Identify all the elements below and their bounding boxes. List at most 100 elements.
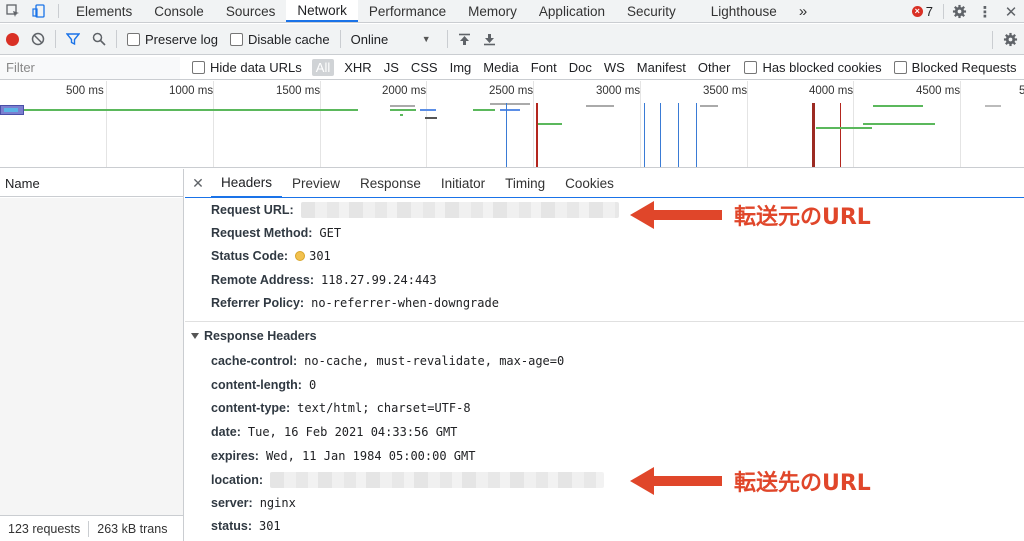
tab-cookies[interactable]: Cookies (555, 169, 624, 197)
filter-toggle-button[interactable] (60, 24, 86, 54)
annotation-dest-url: 転送先のURL (630, 465, 871, 497)
header-row-status-code: Status Code: 301 (211, 249, 331, 263)
name-column-header[interactable]: Name (0, 169, 183, 197)
gear-icon[interactable] (946, 4, 972, 19)
hide-data-urls-label: Hide data URLs (210, 60, 302, 75)
waterfall-bar (400, 114, 403, 116)
tab-console[interactable]: Console (143, 0, 215, 22)
hide-data-urls-checkbox[interactable] (192, 61, 205, 74)
marker-line (696, 103, 697, 167)
header-row-content-type: content-type: text/html; charset=UTF-8 (211, 401, 471, 415)
tab-security[interactable]: Security (616, 0, 700, 22)
filter-type-ws[interactable]: WS (598, 60, 631, 75)
tab-network[interactable]: Network (286, 0, 358, 22)
kebab-menu-icon[interactable]: ⋮ (972, 3, 998, 21)
header-value: text/html; charset=UTF-8 (297, 401, 471, 415)
header-key: Remote Address: (211, 273, 315, 287)
disable-cache-checkbox[interactable]: Disable cache (224, 24, 336, 54)
close-details-icon[interactable]: ✕ (185, 169, 211, 197)
header-row-location: location: (211, 472, 605, 488)
filter-input[interactable]: Filter (0, 56, 180, 79)
tab-application[interactable]: Application (528, 0, 616, 22)
import-har-button[interactable] (452, 24, 477, 54)
tab-response[interactable]: Response (350, 169, 431, 197)
response-headers-toggle[interactable]: Response Headers (191, 329, 317, 343)
filter-type-other[interactable]: Other (692, 60, 737, 75)
request-count: 123 requests (8, 521, 81, 536)
search-icon (92, 32, 106, 46)
filter-type-js[interactable]: JS (378, 60, 405, 75)
header-value: 0 (308, 378, 317, 392)
close-icon[interactable]: ✕ (998, 3, 1024, 21)
section-divider (185, 321, 1024, 322)
funnel-icon (66, 33, 80, 46)
has-blocked-cookies-checkbox[interactable] (744, 61, 758, 74)
annotation-label: 転送先のURL (734, 471, 871, 496)
filter-type-css[interactable]: CSS (405, 60, 444, 75)
network-settings-gear-icon[interactable] (997, 24, 1024, 55)
header-key: Status Code: (211, 249, 289, 263)
tick-label: 500 ms (66, 85, 104, 97)
filter-type-media[interactable]: Media (477, 60, 524, 75)
header-key: cache-control: (211, 354, 298, 368)
tab-performance[interactable]: Performance (358, 0, 457, 22)
tab-initiator[interactable]: Initiator (431, 169, 495, 197)
filter-type-doc[interactable]: Doc (563, 60, 598, 75)
checkbox-box (229, 32, 243, 46)
filter-type-all[interactable]: All (311, 59, 335, 76)
tab-preview[interactable]: Preview (282, 169, 350, 197)
export-har-button[interactable] (477, 24, 502, 54)
tab-lighthouse[interactable]: Lighthouse (700, 0, 788, 22)
annotation-source-url: 転送元のURL (630, 199, 871, 231)
device-toolbar-icon[interactable] (26, 0, 52, 22)
network-summary-bar: 123 requests 263 kB trans (0, 515, 183, 541)
section-title: Response Headers (204, 329, 317, 343)
error-count: 7 (925, 4, 933, 19)
waterfall-bar (490, 103, 530, 105)
tab-sources[interactable]: Sources (215, 0, 287, 22)
tab-headers[interactable]: Headers (211, 169, 283, 198)
tab-elements[interactable]: Elements (65, 0, 143, 22)
more-tabs-button[interactable]: » (788, 0, 818, 22)
header-value: Tue, 16 Feb 2021 04:33:56 GMT (247, 425, 458, 439)
clear-icon (31, 32, 45, 46)
header-row-remote-address: Remote Address: 118.27.99.24:443 (211, 273, 437, 287)
status-dot-icon (295, 251, 306, 261)
dom-content-loaded-line (506, 103, 507, 167)
tab-memory[interactable]: Memory (457, 0, 528, 22)
waterfall-bar (24, 109, 358, 111)
blocked-requests-checkbox[interactable] (893, 61, 907, 74)
throttling-select[interactable]: Online ▼ (345, 24, 437, 54)
clear-button[interactable] (25, 24, 51, 54)
record-button[interactable] (0, 24, 25, 54)
filter-type-xhr[interactable]: XHR (338, 60, 377, 75)
network-overview-timeline[interactable]: 500 ms 1000 ms 1500 ms 2000 ms 2500 ms 3… (0, 81, 1024, 168)
waterfall-bar (700, 105, 718, 107)
download-icon (483, 33, 495, 45)
disable-cache-label: Disable cache (247, 31, 330, 47)
preserve-log-checkbox[interactable]: Preserve log (121, 24, 224, 54)
header-row-date: date: Tue, 16 Feb 2021 04:33:56 GMT (211, 425, 457, 439)
error-counter[interactable]: × 7 (904, 4, 941, 19)
transferred-size: 263 kB trans (97, 521, 168, 536)
tick-label: 4000 ms (809, 85, 854, 97)
waterfall-bar (873, 105, 923, 107)
header-key: status: (211, 519, 252, 533)
tick-label: 4500 ms (916, 85, 961, 97)
filter-type-img[interactable]: Img (444, 60, 478, 75)
header-key: content-length: (211, 378, 302, 392)
tick-label: 5 (1019, 85, 1024, 97)
has-blocked-cookies-label: Has blocked cookies (762, 60, 882, 75)
filter-type-manifest[interactable]: Manifest (631, 60, 692, 75)
filter-type-font[interactable]: Font (525, 60, 563, 75)
waterfall-bar (420, 109, 436, 111)
inspect-element-icon[interactable] (0, 0, 26, 22)
request-list[interactable] (0, 198, 183, 515)
tab-timing[interactable]: Timing (495, 169, 555, 197)
arrow-left-icon (630, 201, 722, 229)
header-key: expires: (211, 449, 259, 463)
network-toolbar: Preserve log Disable cache Online ▼ (0, 24, 1024, 55)
marker-line (812, 103, 815, 167)
waterfall-bar (4, 108, 18, 112)
search-button[interactable] (86, 24, 112, 54)
